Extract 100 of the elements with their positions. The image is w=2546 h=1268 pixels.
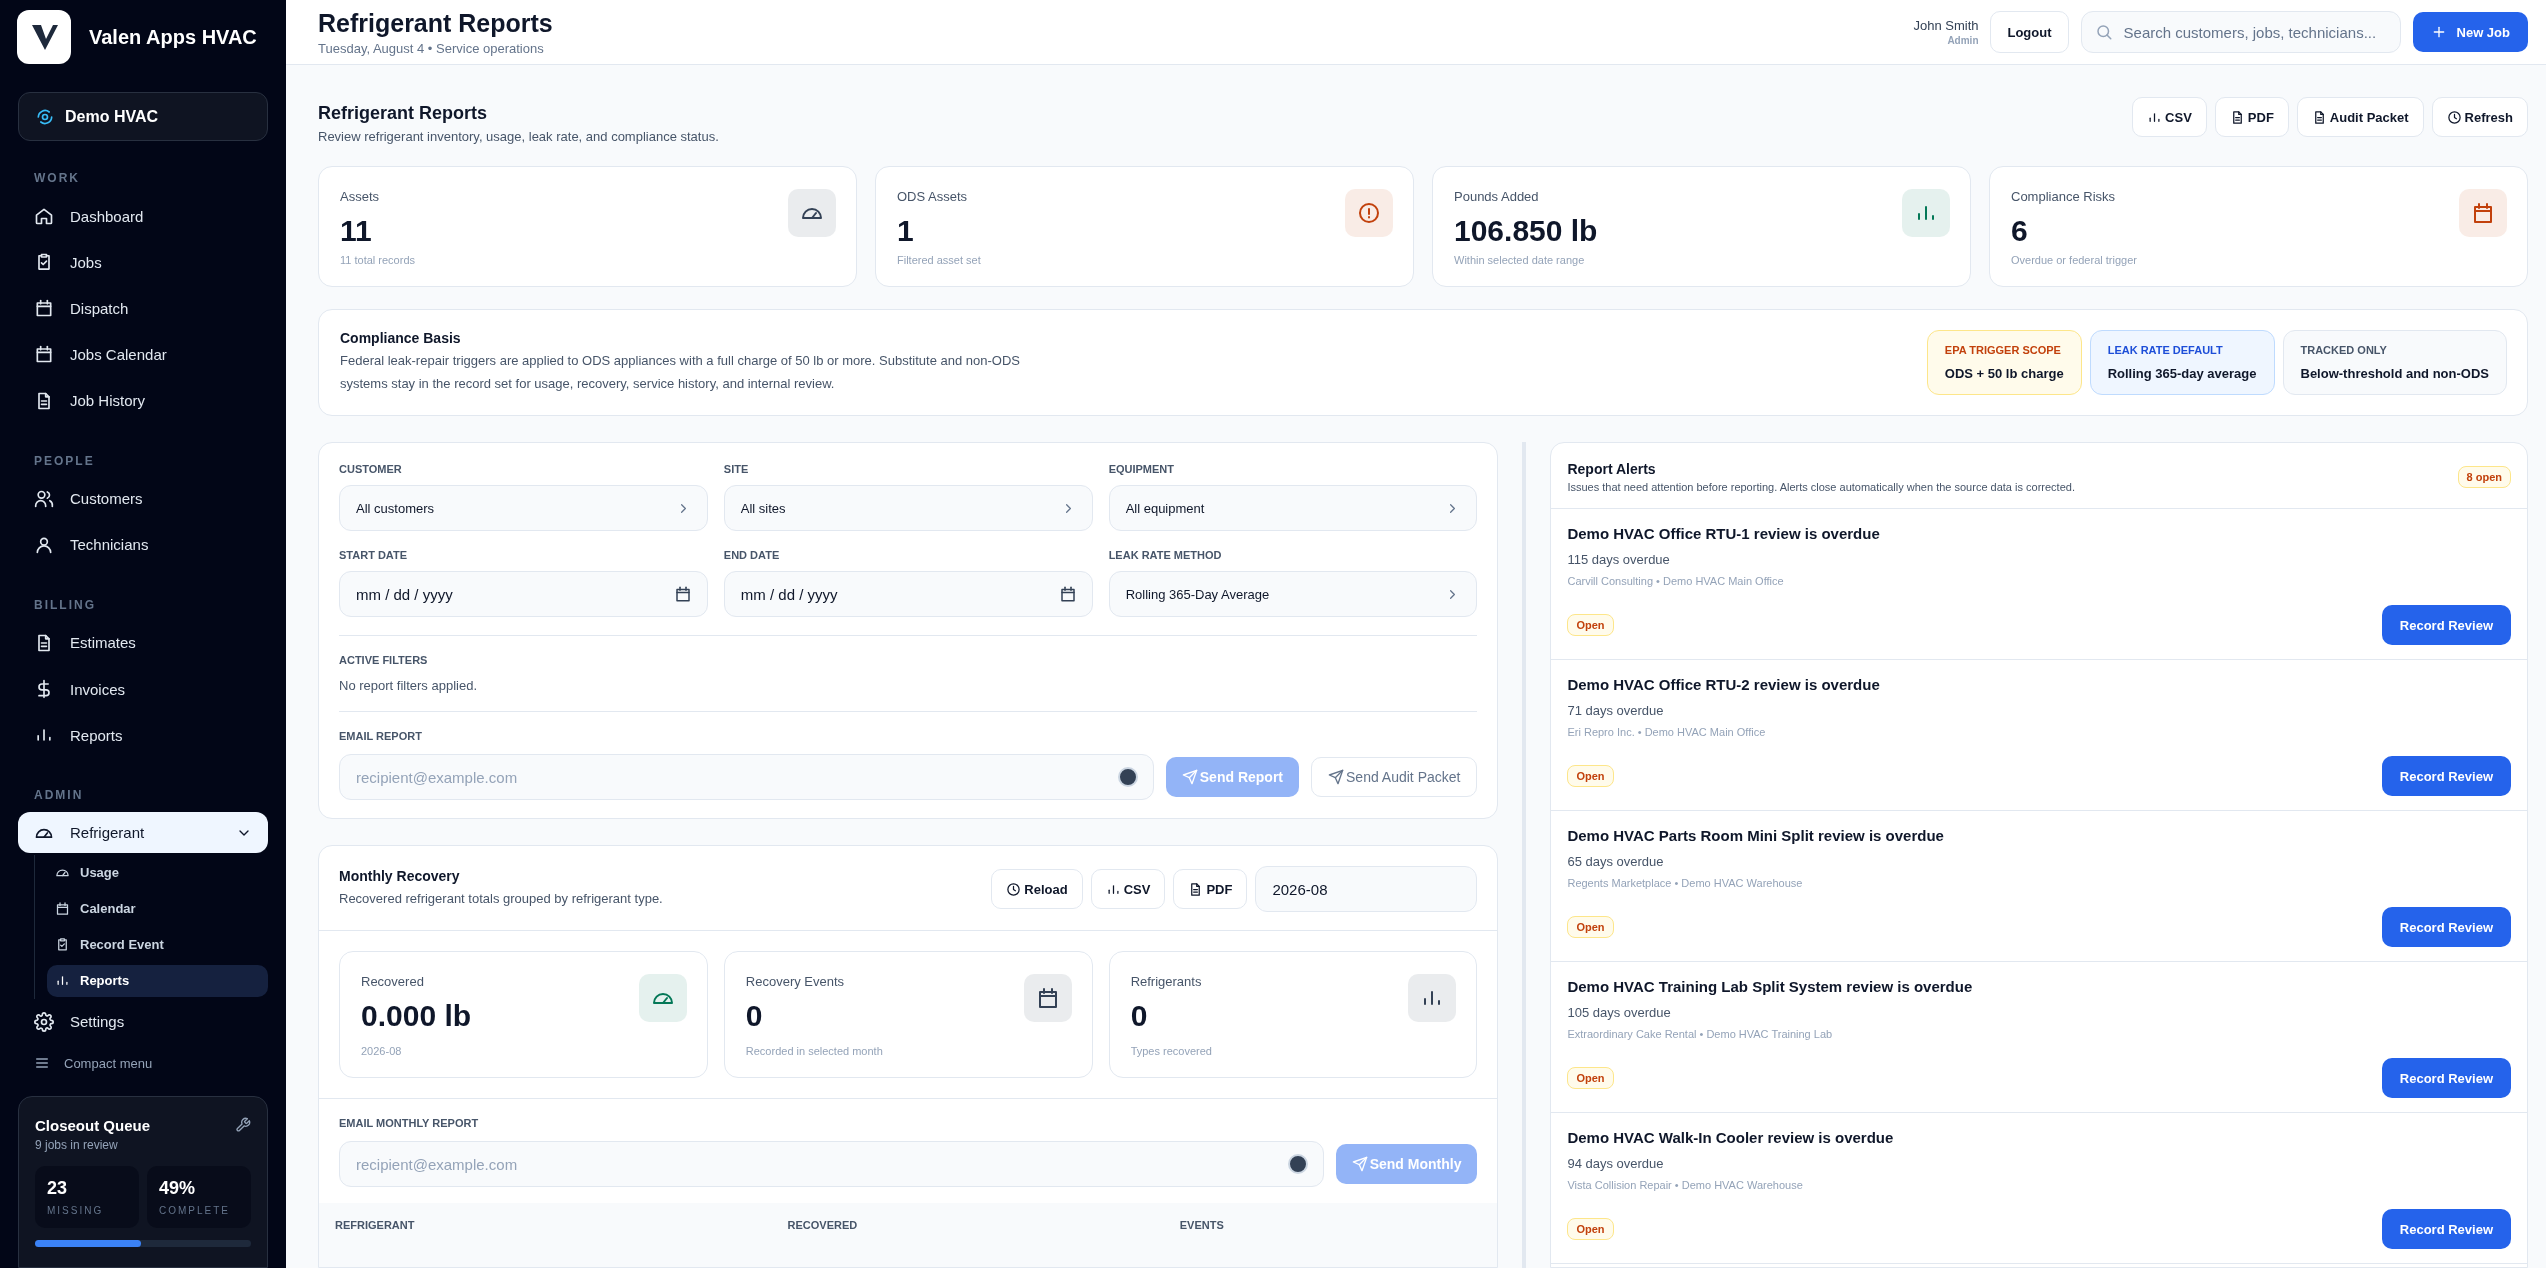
new-job-button[interactable]: New Job	[2412, 12, 2528, 52]
column-header: REFRIGERANT	[335, 1219, 416, 1231]
field-label: SITE	[723, 463, 750, 475]
stat-label: Pounds Added	[1454, 189, 1540, 204]
tag-title: LEAK RATE DEFAULT	[2107, 344, 2224, 356]
search-icon	[2094, 23, 2113, 41]
field-label: EMAIL MONTHLY REPORT	[339, 1117, 480, 1129]
alert-title: Demo HVAC Office RTU-1 review is overdue	[1567, 525, 1881, 542]
toolbar-button[interactable]: PDF	[1173, 869, 1248, 909]
workspace-switcher[interactable]: Demo HVAC	[18, 92, 268, 142]
nav-subitem[interactable]: Record Event	[47, 928, 268, 961]
tag-title: TRACKED ONLY	[2300, 344, 2388, 356]
select-field[interactable]: All sites	[723, 485, 1093, 531]
select-field[interactable]: Rolling 365-Day Average	[1108, 571, 1478, 617]
alert-title: Demo HVAC Training Lab Split System review is overdue	[1567, 978, 1974, 995]
toolbar-button[interactable]: Refresh	[2431, 97, 2528, 137]
brand-name: Valen Apps HVAC	[89, 25, 257, 49]
alert-meta: Eri Repro Inc. • Demo HVAC Main Office	[1567, 726, 1767, 738]
select-field[interactable]: All customers	[339, 485, 708, 531]
email-field[interactable]: recipient@example.com	[339, 1141, 1324, 1187]
nav-section-heading: WORK	[33, 171, 81, 186]
record-review-button[interactable]: Record Review	[2381, 1058, 2511, 1098]
calendar-icon	[673, 585, 692, 603]
nav-item[interactable]: Jobs	[18, 239, 268, 286]
nav-item[interactable]: Technicians	[18, 521, 268, 568]
record-review-button[interactable]: Record Review	[2381, 907, 2511, 947]
select-field[interactable]: All equipment	[1108, 485, 1478, 531]
record-review-button[interactable]: Record Review	[2381, 605, 2511, 645]
queue-title: Closeout Queue	[35, 1116, 151, 1134]
active-filters-text: No report filters applied.	[339, 678, 478, 693]
stat-note: Filtered asset set	[897, 254, 982, 266]
compliance-title: Compliance Basis	[340, 330, 462, 346]
stat-label: Recovery Events	[745, 974, 846, 989]
clipboard-icon	[55, 937, 70, 953]
field-label: END DATE	[723, 549, 781, 561]
tag-value: Rolling 365-day average	[2107, 366, 2257, 381]
nav-item[interactable]: Compact menu	[18, 1045, 268, 1082]
nav-subitem[interactable]: Calendar	[47, 892, 268, 925]
nav-item[interactable]: Settings	[18, 998, 268, 1045]
clock-icon	[1006, 881, 1022, 897]
status-badge: Open	[1567, 1067, 1614, 1089]
nav-item[interactable]: Jobs Calendar	[18, 331, 268, 378]
user-role: Admin	[1947, 35, 1979, 46]
email-field[interactable]: recipient@example.com	[339, 754, 1154, 800]
field-label: EMAIL REPORT	[339, 730, 423, 742]
queue-stat-value: 49%	[159, 1177, 197, 1199]
stat-note: Overdue or federal trigger	[2011, 254, 2138, 266]
stat-label: Refrigerants	[1130, 974, 1203, 989]
column-header: RECOVERED	[787, 1219, 859, 1231]
date-field[interactable]: mm / dd / yyyy	[723, 571, 1093, 617]
send-icon	[1351, 1156, 1368, 1172]
month-field[interactable]: 2026-08	[1255, 866, 1478, 912]
field-label: LEAK RATE METHOD	[1108, 549, 1223, 561]
toolbar-button[interactable]: CSV	[2132, 97, 2207, 137]
section-title: Refrigerant Reports	[318, 103, 489, 124]
nav-item[interactable]: Dispatch	[18, 285, 268, 332]
record-review-button[interactable]: Record Review	[2381, 756, 2511, 796]
monthly-subtitle: Recovered refrigerant totals grouped by refrigerant type.	[339, 890, 664, 908]
stat-note: Types recovered	[1130, 1045, 1213, 1057]
alerts-subtitle: Issues that need attention before reporting. Alerts close automatically when the source data is corrected.	[1567, 481, 2076, 493]
alert-meta: Carvill Consulting • Demo HVAC Main Office	[1567, 575, 1785, 587]
queue-stat-label: COMPLETE	[159, 1204, 231, 1216]
toolbar-button[interactable]: PDF	[2214, 97, 2289, 137]
nav-subitem[interactable]: Usage	[47, 856, 268, 889]
calendar-icon	[34, 344, 54, 365]
user-name: John Smith	[1913, 18, 1979, 33]
nav-subitem[interactable]: Reports	[47, 964, 268, 997]
send-icon	[1328, 769, 1344, 785]
search-field[interactable]: Search customers, jobs, technicians...	[2080, 11, 2401, 53]
nav-item[interactable]: Refrigerant	[18, 812, 268, 853]
alert-days: 71 days overdue	[1567, 703, 2511, 718]
stat-value: 0	[1130, 999, 1149, 1033]
stat-value: 11	[340, 214, 373, 248]
alert-days: 115 days overdue	[1567, 552, 2511, 567]
nav-item[interactable]: Reports	[18, 712, 268, 759]
nav-item[interactable]: Dashboard	[18, 193, 268, 240]
calendar-icon	[1058, 585, 1077, 603]
nav-section-heading: BILLING	[33, 597, 97, 612]
toolbar-button[interactable]: Audit Packet	[2296, 97, 2424, 137]
tag-value: Below-threshold and non-ODS	[2300, 366, 2489, 381]
stat-label: Assets	[340, 189, 380, 204]
toolbar-button[interactable]: CSV	[1090, 869, 1166, 909]
nav-item[interactable]: Estimates	[18, 619, 268, 667]
stat-label: Recovered	[361, 974, 425, 989]
logo-icon	[17, 10, 71, 64]
logout-button[interactable]: Logout	[1990, 11, 2069, 53]
date-field[interactable]: mm / dd / yyyy	[339, 571, 708, 617]
stat-note: Recorded in selected month	[745, 1045, 884, 1057]
queue-stat-label: MISSING	[47, 1204, 105, 1216]
page-title: Refrigerant Reports	[318, 8, 554, 38]
nav-item[interactable]: Job History	[18, 377, 268, 424]
tag-value: ODS + 50 lb charge	[1944, 366, 2064, 381]
toolbar-button[interactable]: Reload	[991, 869, 1083, 909]
stat-note: 2026-08	[361, 1045, 403, 1057]
nav-item[interactable]: Invoices	[18, 666, 268, 713]
stat-value: 106.850 lb	[1454, 214, 1599, 248]
stat-value: 6	[2011, 214, 2029, 248]
wrench-icon	[235, 1116, 251, 1133]
record-review-button[interactable]: Record Review	[2381, 1209, 2511, 1249]
nav-item[interactable]: Customers	[18, 475, 268, 522]
